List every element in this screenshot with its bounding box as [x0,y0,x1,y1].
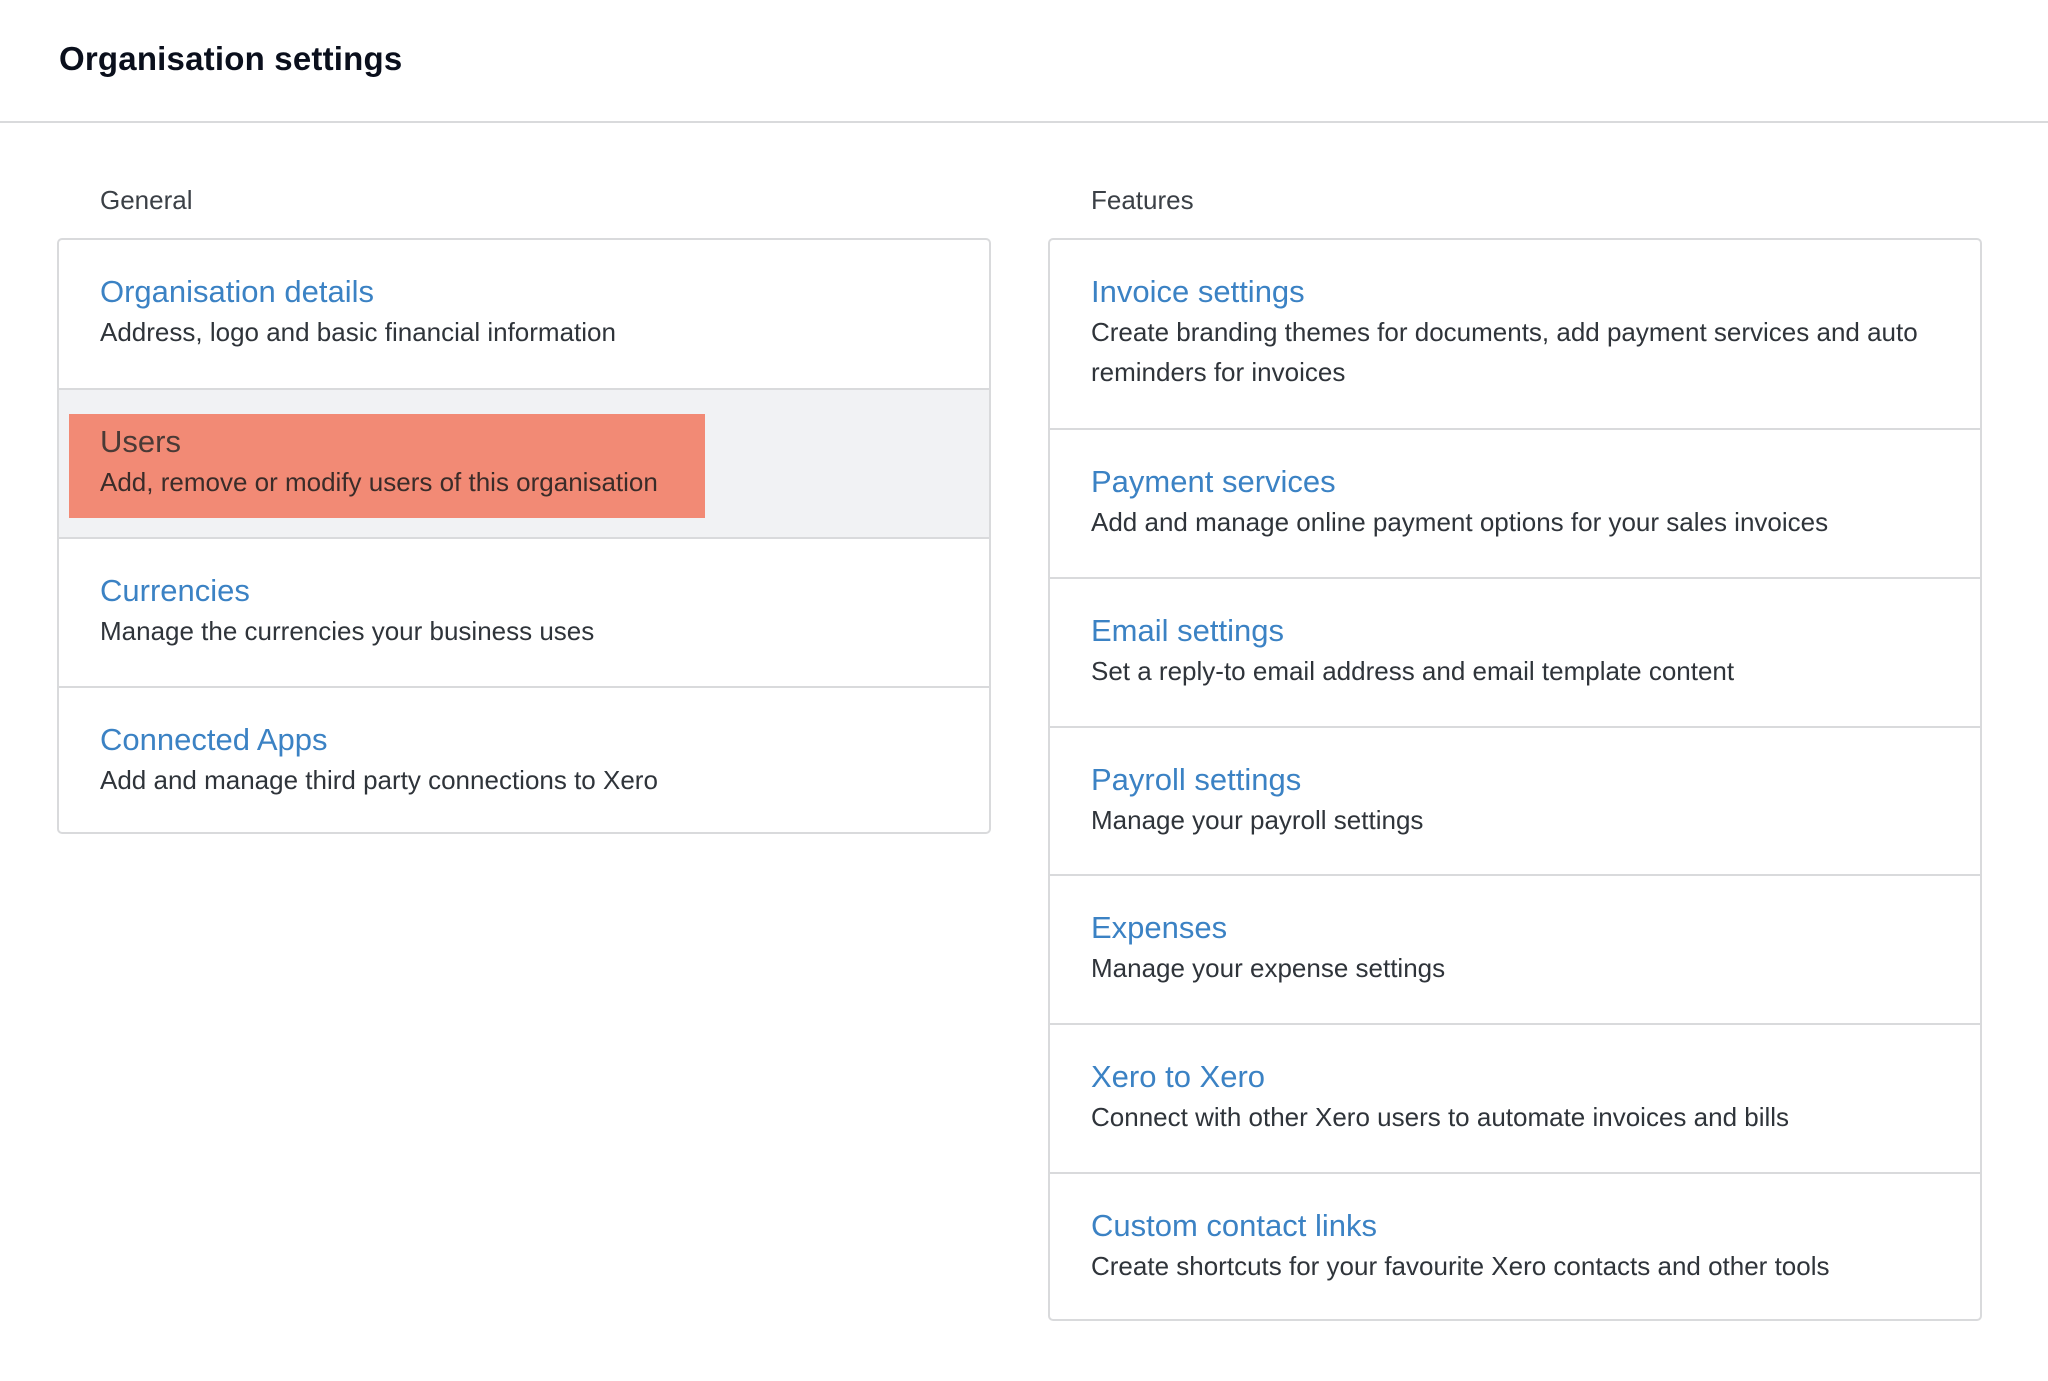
item-title[interactable]: Payment services [1050,462,1980,502]
item-description: Manage your payroll settings [1091,805,1424,835]
features-section-label: Features [1091,185,1194,215]
item-title[interactable]: Users [59,422,989,462]
features-column: Features Invoice settings Create brandin… [1048,180,1982,1321]
item-title[interactable]: Currencies [59,571,989,611]
settings-item-xero-to-xero[interactable]: Xero to Xero Connect with other Xero use… [1050,1023,1980,1172]
settings-item-payment-services[interactable]: Payment services Add and manage online p… [1050,428,1980,577]
item-title[interactable]: Expenses [1050,908,1980,948]
item-title[interactable]: Connected Apps [59,720,989,760]
settings-item-payroll-settings[interactable]: Payroll settings Manage your payroll set… [1050,726,1980,874]
item-description: Add and manage third party connections t… [100,765,658,795]
general-card: Organisation details Address, logo and b… [57,238,991,834]
settings-item-currencies[interactable]: Currencies Manage the currencies your bu… [59,537,989,686]
settings-item-email-settings[interactable]: Email settings Set a reply-to email addr… [1050,577,1980,726]
item-title[interactable]: Xero to Xero [1050,1057,1980,1097]
settings-item-connected-apps[interactable]: Connected Apps Add and manage third part… [59,686,989,832]
item-title[interactable]: Invoice settings [1050,272,1980,312]
settings-item-users[interactable]: Users Add, remove or modify users of thi… [59,388,989,537]
item-description: Create shortcuts for your favourite Xero… [1091,1251,1830,1281]
item-title[interactable]: Organisation details [59,272,989,312]
item-description: Manage your expense settings [1091,953,1446,983]
general-column: General Organisation details Address, lo… [57,180,991,834]
general-section-label: General [100,185,193,215]
page-title: Organisation settings [59,40,403,77]
item-description: Create branding themes for documents, ad… [1091,317,1918,387]
item-description: Add, remove or modify users of this orga… [100,467,658,497]
features-card: Invoice settings Create branding themes … [1048,238,1982,1321]
item-description: Address, logo and basic financial inform… [100,317,616,347]
settings-item-expenses[interactable]: Expenses Manage your expense settings [1050,874,1980,1023]
item-title[interactable]: Custom contact links [1050,1206,1980,1246]
settings-item-organisation-details[interactable]: Organisation details Address, logo and b… [59,240,989,388]
item-description: Connect with other Xero users to automat… [1091,1102,1790,1132]
item-description: Set a reply-to email address and email t… [1091,656,1735,686]
settings-item-invoice-settings[interactable]: Invoice settings Create branding themes … [1050,240,1980,428]
page-header: Organisation settings [0,0,2048,123]
item-title[interactable]: Email settings [1050,611,1980,651]
item-title[interactable]: Payroll settings [1050,760,1980,800]
settings-item-custom-contact-links[interactable]: Custom contact links Create shortcuts fo… [1050,1172,1980,1319]
item-description: Manage the currencies your business uses [100,616,595,646]
item-description: Add and manage online payment options fo… [1091,507,1829,537]
